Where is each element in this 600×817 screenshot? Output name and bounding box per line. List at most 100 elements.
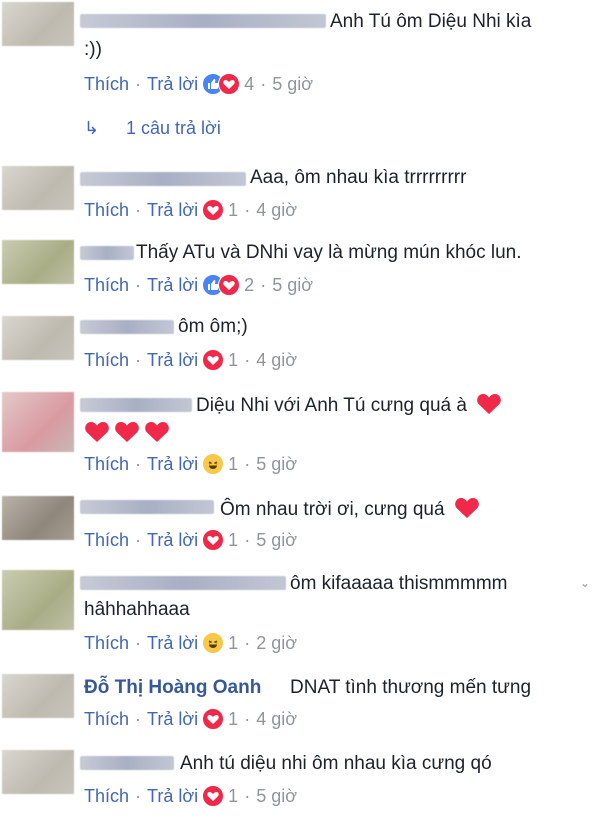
reply-link[interactable]: Trả lời [147,707,198,731]
like-link[interactable]: Thích [84,72,129,96]
reactions[interactable] [202,785,225,807]
timestamp[interactable]: 5 giờ [272,273,313,297]
separator: · [244,633,251,653]
reaction-count: 4 [244,74,255,94]
avatar[interactable] [2,392,74,452]
avatar[interactable] [2,166,74,210]
like-link[interactable]: Thích [84,348,129,372]
separator: · [244,454,251,474]
commenter-name[interactable]: Đỗ Thị Hoàng Oanh [84,676,261,700]
like-link[interactable]: Thích [84,784,129,808]
heart-emoji-icon [455,497,479,518]
love-reaction-icon [202,349,225,371]
commenter-name[interactable] [80,320,174,334]
comment-actions: Thích · Trả lời 2 · 5 giờ [84,273,313,297]
like-link[interactable]: Thích [84,452,129,476]
separator: · [135,530,142,550]
comment-actions: Thích · Trả lời 1 · 5 giờ [84,528,297,552]
like-link[interactable]: Thích [84,631,129,655]
avatar[interactable] [2,2,74,46]
comment-text-continued: :)) [84,39,102,60]
comment-actions: Thích · Trả lời 1 · 2 giờ [84,631,297,655]
heart-emoji-icon [85,421,109,442]
comment-text: DNAT tình thương mến tưng [290,677,532,698]
timestamp[interactable]: 4 giờ [256,348,297,372]
separator: · [135,275,142,295]
timestamp[interactable]: 5 giờ [256,452,297,476]
like-link[interactable]: Thích [84,273,129,297]
separator: · [135,454,142,474]
reactions[interactable] [202,708,225,730]
reaction-count: 1 [228,709,239,729]
comment-text: Diệu Nhi với Anh Tú cưng quá à [196,392,502,418]
like-link[interactable]: Thích [84,707,129,731]
comment-actions: Thích · Trả lời 1 · 5 giờ [84,452,297,476]
love-reaction-icon [202,529,225,551]
reply-link[interactable]: Trả lời [147,72,198,96]
reply-arrow-icon: ↳ [84,118,100,138]
commenter-name[interactable] [80,246,134,260]
avatar[interactable] [2,750,74,794]
chevron-down-icon[interactable]: ⌄ [580,576,590,590]
haha-reaction-icon [202,453,225,475]
commenter-name[interactable] [80,500,214,514]
reactions[interactable] [202,453,225,475]
commenter-name[interactable] [80,398,192,412]
separator: · [135,633,142,653]
love-reaction-icon [202,199,225,221]
comment-text: Anh tú diệu nhi ôm nhau kìa cưng qó [180,753,492,774]
reply-link[interactable]: Trả lời [147,784,198,808]
heart-emoji-icon [477,393,502,414]
reactions[interactable] [202,199,225,221]
separator: · [135,74,142,94]
reactions[interactable] [202,73,241,95]
avatar[interactable] [2,240,74,284]
comment-text: ôm kifaaaaa thismmmmm [290,573,508,594]
avatar[interactable] [2,570,74,630]
timestamp[interactable]: 4 giờ [256,707,297,731]
avatar[interactable] [2,316,74,360]
reactions[interactable] [202,349,225,371]
reply-link[interactable]: Trả lời [147,348,198,372]
comment-actions: Thích · Trả lời 1 · 4 giờ [84,348,297,372]
heart-emojis [84,420,170,446]
love-reaction-icon [218,274,241,296]
timestamp[interactable]: 5 giờ [256,528,297,552]
timestamp[interactable]: 2 giờ [256,631,297,655]
heart-emoji-icon [115,421,139,442]
separator: · [244,786,251,806]
reply-link[interactable]: Trả lời [147,528,198,552]
comment-text: Aaa, ôm nhau kìa trrrrrrrrr [250,167,467,188]
commenter-name[interactable] [80,172,246,186]
reply-link[interactable]: Trả lời [147,273,198,297]
commenter-name[interactable] [80,14,326,28]
commenter-name[interactable] [80,756,174,770]
reaction-count: 1 [228,350,239,370]
like-link[interactable]: Thích [84,198,129,222]
view-replies-link[interactable]: 1 câu trả lời [126,116,221,140]
timestamp[interactable]: 5 giờ [256,784,297,808]
reaction-count: 1 [228,633,239,653]
separator: · [135,709,142,729]
reactions[interactable] [202,274,241,296]
timestamp[interactable]: 5 giờ [272,72,313,96]
comment-text: Thấy ATu và DNhi vay là mừng mún khóc lu… [136,242,522,263]
like-link[interactable]: Thích [84,528,129,552]
comment-actions: Thích · Trả lời 4 · 5 giờ [84,72,313,96]
avatar[interactable] [2,674,74,718]
comment-actions: Thích · Trả lời 1 · 4 giờ [84,707,297,731]
comment-text: ôm ôm;) [178,316,248,337]
reaction-count: 2 [244,275,255,295]
avatar[interactable] [2,496,74,540]
reply-link[interactable]: Trả lời [147,198,198,222]
separator: · [135,350,142,370]
timestamp[interactable]: 4 giờ [256,198,297,222]
reaction-count: 1 [228,454,239,474]
reactions[interactable] [202,632,225,654]
reactions[interactable] [202,529,225,551]
heart-emoji-icon [145,421,169,442]
reply-link[interactable]: Trả lời [147,631,198,655]
commenter-name[interactable] [80,576,286,590]
reply-link[interactable]: Trả lời [147,452,198,476]
reaction-count: 1 [228,200,239,220]
